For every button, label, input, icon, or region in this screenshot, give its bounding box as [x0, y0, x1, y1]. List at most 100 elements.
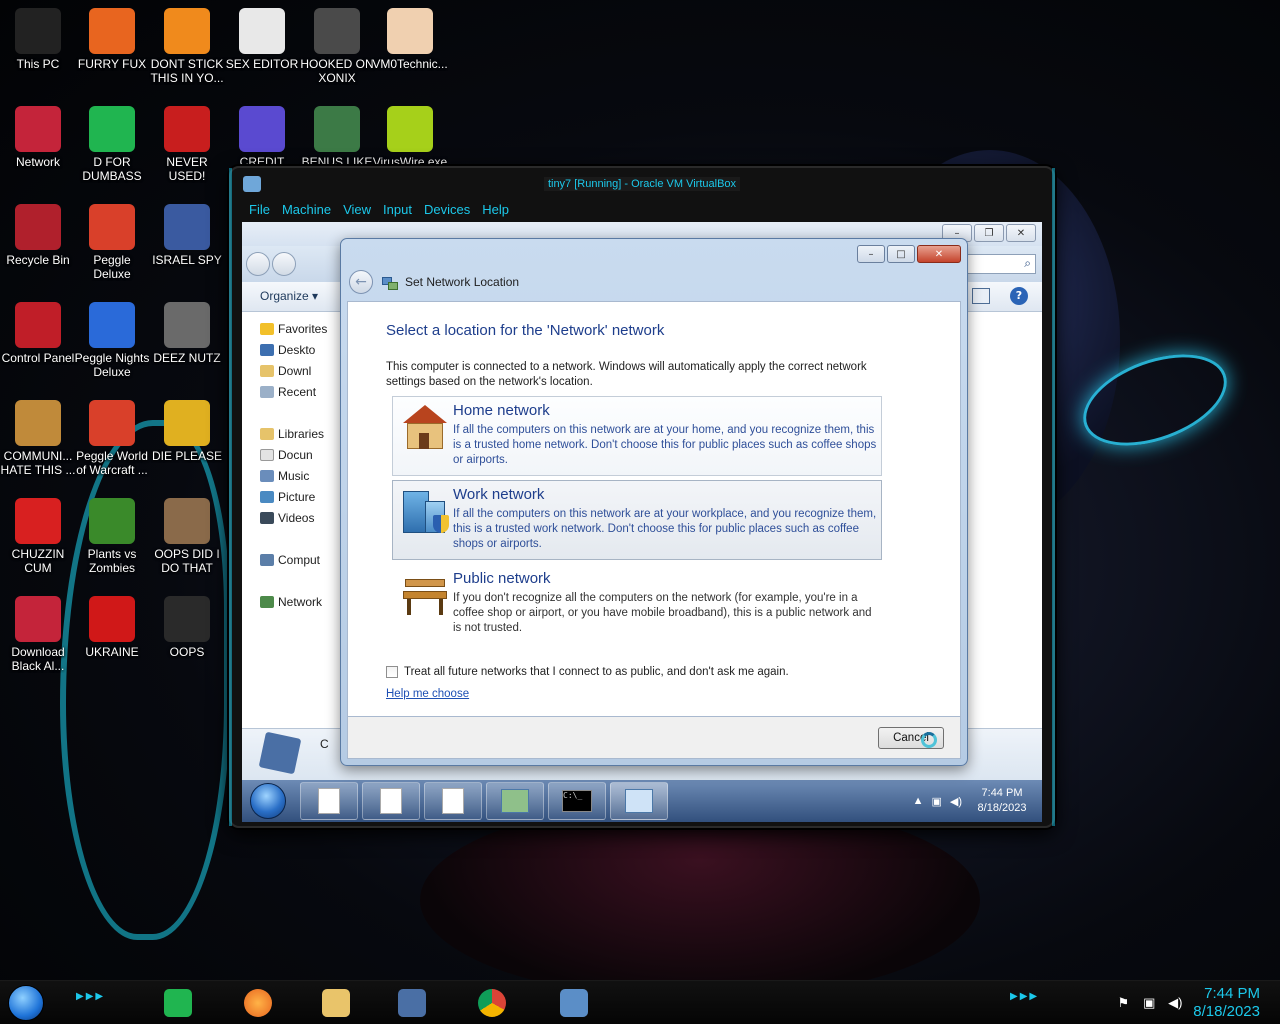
action-center-icon[interactable]: ⚑	[1115, 996, 1131, 1010]
forward-nav-button[interactable]	[272, 252, 296, 276]
desktop-icon[interactable]: Peggle Deluxe	[74, 204, 150, 281]
menu-input[interactable]: Input	[377, 200, 418, 222]
dialog-minimize-button[interactable]: –	[857, 245, 885, 263]
desktop-icon[interactable]: OOPS	[149, 596, 225, 659]
back-nav-button[interactable]	[246, 252, 270, 276]
help-icon[interactable]: ?	[1010, 287, 1028, 305]
desktop-icon[interactable]: FURRY FUX	[74, 8, 150, 71]
nav-computer[interactable]: Comput	[260, 551, 320, 569]
nav-favorites[interactable]: Favorites	[260, 320, 327, 338]
network-tray-icon[interactable]: ▣	[1141, 996, 1157, 1010]
host-start-orb-icon[interactable]	[8, 985, 44, 1021]
desktop-icon-label: D FOR DUMBASS	[82, 155, 142, 183]
desktop-icon[interactable]: VirusWire.exe	[372, 106, 448, 169]
nav-music[interactable]: Music	[260, 467, 309, 485]
network-location-icon	[381, 275, 398, 290]
menu-view[interactable]: View	[337, 200, 377, 222]
desktop-icon[interactable]: Network	[0, 106, 76, 169]
dialog-maximize-button[interactable]: □	[887, 245, 915, 263]
show-hidden-icons-icon[interactable]: ▲	[913, 795, 924, 807]
de-icon	[164, 400, 210, 446]
treat-public-checkbox[interactable]	[386, 666, 398, 678]
virtualbox-titlebar[interactable]: tiny7 [Running] - Oracle VM VirtualBox	[231, 168, 1053, 200]
host-system-tray: ⚑ ▣ ◀) 7:44 PM 8/18/2023	[1115, 983, 1260, 1023]
desktop-icon[interactable]: Control Panel	[0, 302, 76, 365]
taskbar-virtualbox-button[interactable]	[390, 985, 434, 1021]
dialog-close-button[interactable]: ✕	[917, 245, 961, 263]
virtualbox-window[interactable]: tiny7 [Running] - Oracle VM VirtualBox F…	[229, 166, 1055, 828]
preview-pane-icon[interactable]	[972, 288, 990, 304]
host-clock[interactable]: 7:44 PM 8/18/2023	[1193, 985, 1260, 1021]
taskbar-notes-button[interactable]	[156, 985, 200, 1021]
desktop-icon-label: Peggle Deluxe	[93, 253, 131, 281]
set-network-location-dialog[interactable]: – □ ✕ ← Set Network Location Select a lo…	[340, 238, 968, 766]
cancel-button[interactable]: Cancel	[878, 727, 944, 749]
document-icon	[318, 788, 340, 814]
volume-icon[interactable]: ◀)	[1167, 996, 1183, 1010]
desktop-icon[interactable]: DIE PLEASE	[149, 400, 225, 463]
nav-videos[interactable]: Videos	[260, 509, 314, 527]
desktop-icon-label: VM0Technic...	[372, 57, 448, 71]
taskbar-firefox-button[interactable]	[236, 985, 280, 1021]
nav-libraries[interactable]: Libraries	[260, 425, 324, 443]
taskbar-button-document-1[interactable]	[300, 782, 358, 820]
nav-network[interactable]: Network	[260, 593, 322, 611]
desktop-icon[interactable]: OOPS DID I DO THAT	[149, 498, 225, 575]
hxd-icon	[239, 8, 285, 54]
taskbar-button-cmd[interactable]: C:\_	[548, 782, 606, 820]
nav-recent[interactable]: Recent	[260, 383, 316, 401]
desktop-icon[interactable]: Peggle Nights Deluxe	[74, 302, 150, 379]
desktop-icon[interactable]: Peggle World of Warcraft ...	[74, 400, 150, 477]
desktop-icon[interactable]: CHUZZIN CUM	[0, 498, 76, 575]
home-network-option[interactable]: Home network If all the computers on thi…	[392, 396, 882, 476]
desktop-icon[interactable]: Download Black Al...	[0, 596, 76, 673]
public-network-option[interactable]: Public network If you don't recognize al…	[392, 564, 882, 644]
desktop-icon[interactable]: This PC	[0, 8, 76, 71]
desktop-icon[interactable]: NEVER USED!	[149, 106, 225, 183]
taskbar-explorer-button[interactable]	[314, 985, 358, 1021]
guest-clock[interactable]: 7:44 PM 8/18/2023	[970, 786, 1034, 816]
desktop-icon[interactable]: DEEZ NUTZ	[149, 302, 225, 365]
desktop-icon-label: HOOKED ON XONIX	[300, 57, 374, 85]
work-network-option[interactable]: Work network If all the computers on thi…	[392, 480, 882, 560]
desktop-icon[interactable]: D FOR DUMBASS	[74, 106, 150, 183]
back-arrow-icon[interactable]: ←	[349, 270, 373, 294]
taskbar-vm-button[interactable]	[552, 985, 596, 1021]
network-tray-icon[interactable]: ▣	[931, 795, 941, 808]
treat-public-checkbox-row[interactable]: Treat all future networks that I connect…	[386, 666, 789, 678]
organize-button[interactable]: Organize ▾	[260, 289, 318, 303]
start-orb-icon[interactable]	[250, 783, 286, 819]
desktop-icon[interactable]: UKRAINE	[74, 596, 150, 659]
desktop-icon[interactable]: COMMUNI... HATE THIS ...	[0, 400, 76, 477]
taskbar-button-monitor[interactable]	[486, 782, 544, 820]
taskbar-button-document-3[interactable]	[424, 782, 482, 820]
nav-pictures[interactable]: Picture	[260, 488, 315, 506]
help-me-choose-link[interactable]: Help me choose	[386, 688, 469, 700]
desktop-icon[interactable]: Plants vs Zombies	[74, 498, 150, 575]
window-frame-left	[229, 168, 239, 826]
taskbar-chrome-button[interactable]	[470, 985, 514, 1021]
volume-icon[interactable]: ◀)	[950, 795, 962, 808]
taskbar-button-network-center[interactable]	[610, 782, 668, 820]
maximize-button[interactable]: ❐	[974, 224, 1004, 242]
nav-documents[interactable]: Docun	[260, 446, 313, 464]
desktop-icon[interactable]: BENUS LIKE	[299, 106, 375, 169]
desktop-icon[interactable]: DONT STICK THIS IN YO...	[149, 8, 225, 85]
nav-label: Downl	[278, 364, 312, 378]
desktop-icon-label: Recycle Bin	[6, 253, 70, 267]
desktop-icon[interactable]: VM0Technic...	[372, 8, 448, 71]
desktop-icon[interactable]: Recycle Bin	[0, 204, 76, 267]
menu-devices[interactable]: Devices	[418, 200, 476, 222]
nav-desktop[interactable]: Deskto	[260, 341, 315, 359]
menu-file[interactable]: File	[243, 200, 276, 222]
close-button[interactable]: ✕	[1006, 224, 1036, 242]
desktop-icon[interactable]: HOOKED ON XONIX	[299, 8, 375, 85]
desktop-icon[interactable]: SEX EDITOR	[224, 8, 300, 71]
taskbar-button-document-2[interactable]	[362, 782, 420, 820]
nav-downloads[interactable]: Downl	[260, 362, 311, 380]
guest-screen[interactable]: – ❐ ✕ ⌕ Organize ▾ ? Favorites Deskto Do…	[242, 222, 1042, 822]
menu-machine[interactable]: Machine	[276, 200, 337, 222]
menu-help[interactable]: Help	[476, 200, 515, 222]
desktop-icon[interactable]: ISRAEL SPY	[149, 204, 225, 267]
nav-label: Comput	[278, 553, 321, 567]
